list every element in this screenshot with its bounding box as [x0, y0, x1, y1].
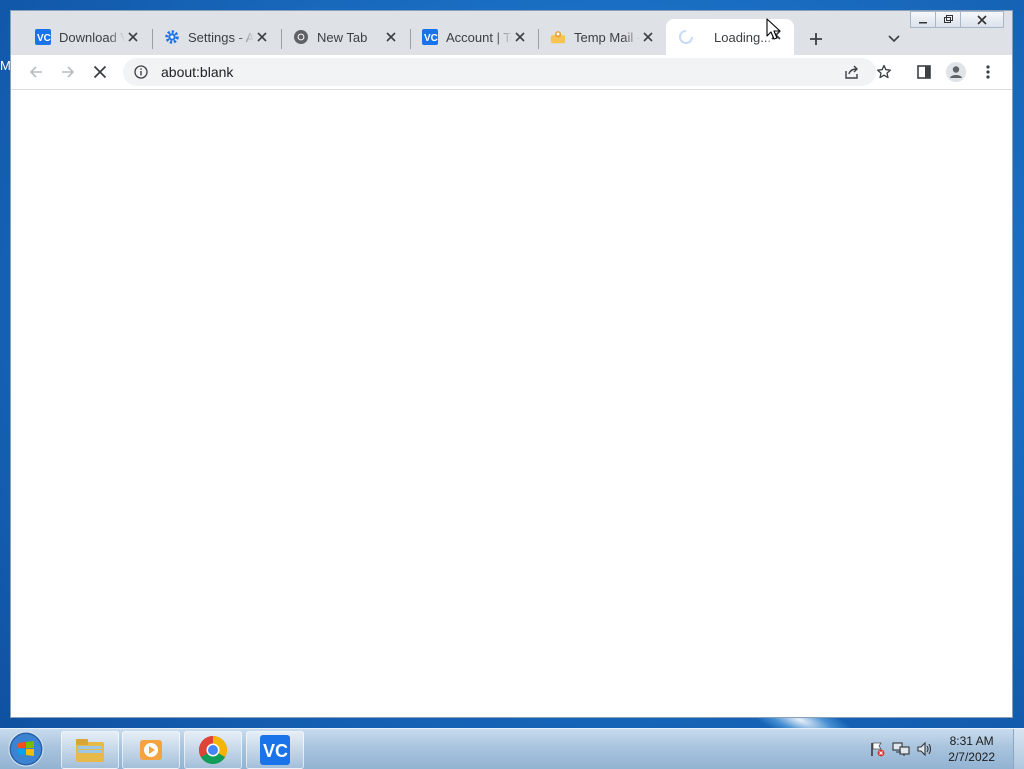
bookmark-button[interactable] — [872, 60, 896, 84]
tab-title: New Tab — [317, 29, 368, 45]
network-icon[interactable] — [892, 740, 910, 758]
mouse-cursor-icon — [766, 18, 781, 40]
vc-logo-icon: VC — [422, 29, 438, 45]
taskbar-app-chrome[interactable] — [184, 731, 242, 769]
svg-text:VC: VC — [37, 33, 51, 44]
temp-mail-icon — [550, 29, 566, 45]
loading-spinner-icon — [678, 29, 694, 45]
back-button[interactable] — [24, 60, 48, 84]
tab-close-button[interactable] — [125, 29, 141, 45]
close-icon — [128, 32, 138, 42]
arrow-right-icon — [62, 66, 75, 78]
tab-close-button[interactable] — [254, 29, 270, 45]
close-icon — [515, 32, 525, 42]
tab-temp-mail[interactable]: Temp Mail - — [538, 21, 666, 53]
side-panel-icon — [917, 65, 931, 79]
tab-download[interactable]: VC Download V — [23, 21, 151, 53]
forward-button[interactable] — [56, 60, 80, 84]
close-icon — [93, 65, 107, 79]
vc-logo-icon: VC — [35, 29, 51, 45]
close-icon — [643, 32, 653, 42]
share-icon — [845, 65, 858, 79]
taskbar-app-media-player[interactable] — [122, 731, 180, 769]
profile-button[interactable] — [944, 60, 968, 84]
tab-search-button[interactable] — [884, 29, 904, 49]
tab-new-tab[interactable]: New Tab — [281, 21, 409, 53]
avatar-icon — [946, 62, 966, 82]
page-content-area[interactable] — [11, 90, 1012, 717]
system-tray: 8:31 AM 2/7/2022 — [868, 729, 1024, 769]
stop-loading-button[interactable] — [88, 60, 112, 84]
browser-toolbar — [11, 55, 1012, 89]
tab-title: Account | Te — [446, 29, 512, 45]
show-desktop-button[interactable] — [1013, 729, 1024, 769]
taskbar-app-veracrypt[interactable]: VC — [246, 731, 304, 769]
tab-title: Download V — [59, 29, 125, 45]
arrow-left-icon — [29, 66, 42, 78]
tab-title: Settings - A — [188, 29, 254, 45]
clock-time: 8:31 AM — [949, 734, 994, 748]
side-panel-button[interactable] — [912, 60, 936, 84]
tab-strip: VC Download V Settings - A New Tab VC Ac… — [11, 19, 1012, 55]
tab-close-button[interactable] — [512, 29, 528, 45]
tab-close-button[interactable] — [640, 29, 656, 45]
info-icon[interactable] — [133, 64, 149, 80]
windows-start-orb-icon — [8, 731, 44, 767]
menu-button[interactable] — [976, 60, 1000, 84]
taskbar-app-explorer[interactable] — [61, 731, 119, 769]
svg-text:VC: VC — [263, 741, 288, 761]
windows-taskbar: VC 8:31 AM 2/7/2022 — [0, 728, 1024, 769]
action-center-flag-icon[interactable] — [868, 740, 886, 758]
tab-title: Temp Mail - — [574, 29, 640, 45]
close-icon — [257, 32, 267, 42]
tab-settings[interactable]: Settings - A — [152, 21, 280, 53]
start-button[interactable] — [4, 730, 48, 768]
plus-icon — [810, 33, 822, 45]
chrome-icon — [199, 736, 227, 764]
more-vert-icon — [986, 65, 990, 79]
browser-window: VC Download V Settings - A New Tab VC Ac… — [10, 10, 1013, 718]
tab-account[interactable]: VC Account | Te — [410, 21, 538, 53]
clock-date: 2/7/2022 — [948, 750, 995, 764]
share-button[interactable] — [840, 60, 864, 84]
folder-icon — [76, 739, 104, 762]
star-icon — [876, 64, 892, 79]
volume-icon[interactable] — [916, 740, 934, 758]
tab-close-button[interactable] — [383, 29, 399, 45]
chevron-down-icon — [888, 35, 900, 43]
vc-logo-icon: VC — [260, 735, 290, 765]
media-player-icon — [140, 740, 162, 760]
gear-icon — [164, 29, 180, 45]
url-input[interactable] — [159, 63, 763, 81]
new-tab-button[interactable] — [806, 29, 826, 49]
svg-text:VC: VC — [424, 33, 438, 44]
chrome-icon — [293, 29, 309, 45]
address-bar[interactable] — [123, 58, 876, 86]
taskbar-clock[interactable]: 8:31 AM 2/7/2022 — [948, 733, 995, 765]
close-icon — [386, 32, 396, 42]
